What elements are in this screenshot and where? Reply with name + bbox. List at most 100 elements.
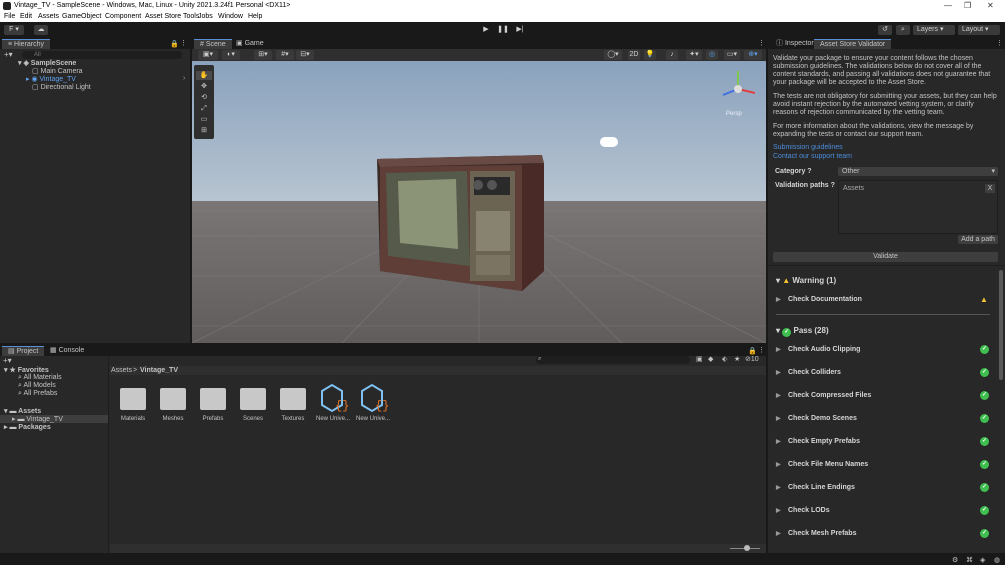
visibility-icon[interactable]: ◎: [706, 50, 718, 60]
add-icon[interactable]: +▾: [4, 50, 13, 59]
step-icon[interactable]: ▶|: [513, 25, 527, 35]
tab-asset-store-validator[interactable]: Asset Store Validator: [814, 39, 892, 49]
render-mode-button[interactable]: ◐▾: [222, 50, 240, 60]
cache-icon[interactable]: ⌘: [966, 556, 973, 564]
kebab-icon[interactable]: ⋮: [758, 39, 765, 47]
chevron-right-icon[interactable]: ›: [183, 75, 185, 82]
gizmo-pivot-button[interactable]: ⊞▾: [254, 50, 272, 60]
move-tool-icon[interactable]: ✥: [196, 82, 212, 91]
favorite-item[interactable]: ⌕ All Materials: [18, 374, 62, 382]
menu-assets[interactable]: Assets: [38, 13, 59, 20]
play-icon[interactable]: ▶: [479, 25, 493, 35]
draw-mode-button[interactable]: ▣▾: [198, 50, 218, 60]
check-row-documentation[interactable]: ▶ Check Documentation ▲: [776, 295, 996, 306]
hand-tool-icon[interactable]: ✋: [196, 71, 212, 80]
effects-icon[interactable]: ✦▾: [686, 50, 702, 60]
project-search-input[interactable]: ⌕: [536, 356, 690, 364]
packages-folder[interactable]: ▸ ▬ Packages: [4, 423, 51, 431]
rect-tool-icon[interactable]: ▭: [196, 115, 212, 124]
scrollbar[interactable]: [999, 270, 1003, 380]
check-row[interactable]: ▶ Check Demo Scenes ✓: [776, 414, 996, 425]
transform-tool-icon[interactable]: ⊞: [196, 126, 212, 135]
filter-type-icon[interactable]: ▣: [696, 355, 703, 363]
script-asset-icon[interactable]: {}: [318, 383, 350, 413]
hidden-packages-icon[interactable]: ⊘10: [745, 355, 759, 363]
check-row[interactable]: ▶ Check Compressed Files ✓: [776, 391, 996, 402]
menu-file[interactable]: File: [4, 13, 15, 20]
cloud-icon[interactable]: ☁: [34, 25, 48, 35]
shading-button[interactable]: ◯▾: [604, 50, 622, 60]
scene-viewport[interactable]: ✋ ✥ ⟲ ⤢ ▭ ⊞ Persp: [192, 61, 766, 343]
check-row[interactable]: ▶ Check Colliders ✓: [776, 368, 996, 379]
menu-asset-store-tools[interactable]: Asset Store Tools: [145, 13, 199, 20]
kebab-icon[interactable]: ⋮: [180, 39, 187, 47]
submission-guidelines-link[interactable]: Submission guidelines: [773, 144, 998, 152]
favorite-item[interactable]: ⌕ All Models: [18, 382, 56, 390]
notifications-icon[interactable]: ◍: [994, 556, 1000, 564]
history-icon[interactable]: ↺: [878, 25, 892, 35]
grid-button[interactable]: #▾: [276, 50, 294, 60]
vintage-tv-model[interactable]: [372, 151, 547, 296]
star-icon[interactable]: ★: [734, 355, 740, 363]
camera-icon[interactable]: ▭▾: [724, 50, 740, 60]
menu-window[interactable]: Window: [218, 13, 243, 20]
tab-project[interactable]: ▤ Project: [2, 346, 45, 356]
tree-item-directional-light[interactable]: ▢ Directional Light: [32, 83, 91, 91]
pass-section-header[interactable]: ▾ ✓ Pass (28): [776, 326, 829, 337]
check-row[interactable]: ▶ Check Audio Clipping ✓: [776, 345, 996, 356]
minimize-icon[interactable]: —: [944, 1, 952, 10]
add-path-button[interactable]: Add a path: [958, 235, 998, 244]
tab-game[interactable]: ▣ Game: [230, 39, 270, 49]
maximize-icon[interactable]: ❐: [964, 1, 971, 10]
tree-item-samplescene[interactable]: ▾ ◈ SampleScene: [18, 59, 76, 67]
check-row[interactable]: ▶ Check File Menu Names ✓: [776, 460, 996, 471]
search-input[interactable]: All: [22, 51, 182, 59]
mode-2d-button[interactable]: 2D: [628, 50, 640, 60]
favorites-header[interactable]: ▾ ★ Favorites: [4, 366, 49, 374]
tab-hierarchy[interactable]: ≡ Hierarchy: [2, 39, 50, 49]
contact-support-link[interactable]: Contact our support team: [773, 153, 998, 161]
layers-dropdown[interactable]: Layers ▾: [913, 25, 955, 35]
debug-icon[interactable]: ◈: [980, 556, 985, 564]
breadcrumb-vintage-tv[interactable]: Vintage_TV: [140, 367, 178, 374]
tab-inspector[interactable]: ⓘ Inspector: [770, 39, 820, 49]
breadcrumb-assets[interactable]: Assets: [111, 367, 132, 374]
search-icon[interactable]: ⌕: [896, 25, 910, 35]
validate-button[interactable]: Validate: [773, 252, 998, 262]
folder-vintage-tv[interactable]: ▸ ▬ Vintage_TV: [12, 415, 63, 423]
menu-edit[interactable]: Edit: [20, 13, 32, 20]
category-dropdown[interactable]: Other ▾: [838, 167, 998, 176]
filter-label-icon[interactable]: ◆: [708, 355, 713, 363]
close-icon[interactable]: ✕: [987, 1, 994, 10]
account-button[interactable]: F ▾: [4, 25, 24, 35]
tab-scene[interactable]: # Scene: [194, 39, 232, 49]
menu-component[interactable]: Component: [105, 13, 141, 20]
zoom-slider-handle[interactable]: [744, 545, 750, 551]
lock-icon[interactable]: 🔒: [170, 40, 179, 48]
snap-button[interactable]: ⊟▾: [296, 50, 314, 60]
tab-console[interactable]: ▦ Console: [44, 346, 90, 356]
warning-section-header[interactable]: ▾ ▲ Warning (1): [776, 276, 836, 285]
audio-icon[interactable]: ♪: [666, 50, 678, 60]
remove-path-button[interactable]: X: [985, 184, 995, 193]
pause-icon[interactable]: ❚❚: [496, 25, 510, 35]
scale-tool-icon[interactable]: ⤢: [196, 104, 212, 113]
script-asset-icon[interactable]: {}: [358, 383, 390, 413]
check-row[interactable]: ▶ Check Empty Prefabs ✓: [776, 437, 996, 448]
menu-gameobject[interactable]: GameObject: [62, 13, 101, 20]
favorite-item[interactable]: ⌕ All Prefabs: [18, 390, 57, 398]
gizmos-icon[interactable]: ⊕▾: [744, 50, 762, 60]
lighting-icon[interactable]: 💡: [644, 50, 656, 60]
tag-icon[interactable]: ⬖: [722, 355, 727, 363]
check-row[interactable]: ▶ Check Mesh Prefabs ✓: [776, 529, 996, 540]
orientation-gizmo[interactable]: [717, 67, 759, 111]
rotate-tool-icon[interactable]: ⟲: [196, 93, 212, 102]
persp-label[interactable]: Persp: [726, 111, 742, 117]
progress-icon[interactable]: ⚙: [952, 556, 958, 564]
menu-help[interactable]: Help: [248, 13, 262, 20]
tree-item-vintage-tv[interactable]: ▸ ◉ Vintage_TV: [26, 75, 76, 83]
assets-folder[interactable]: ▾ ▬ Assets: [4, 407, 41, 415]
layout-dropdown[interactable]: Layout ▾: [958, 25, 1000, 35]
check-row[interactable]: ▶ Check Line Endings ✓: [776, 483, 996, 494]
kebab-icon[interactable]: ⋮: [758, 346, 765, 354]
